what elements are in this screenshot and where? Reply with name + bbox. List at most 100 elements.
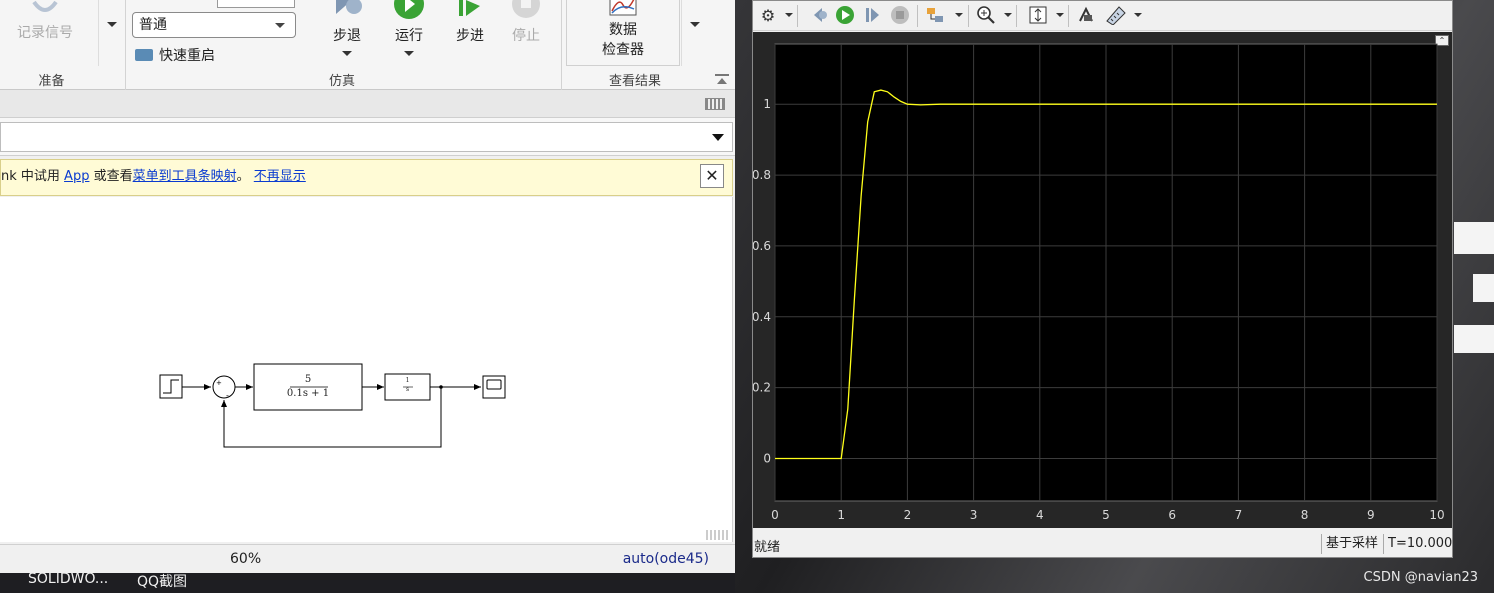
y-tick-label: 0.2 (753, 381, 771, 395)
model-browser-path[interactable] (0, 122, 733, 152)
chevron-down-icon (689, 22, 700, 27)
data-inspector-icon (609, 0, 637, 16)
chevron-down-icon[interactable] (712, 134, 724, 141)
transfer-fcn-numerator: 5 (304, 374, 312, 385)
collapse-ribbon-icon[interactable] (715, 74, 729, 86)
scope-plot-area[interactable]: ⌃ 0 1 2 3 4 5 6 7 8 9 10 0 0.2 0.4 0.6 0.8 1 (753, 32, 1452, 528)
zoom-button[interactable] (975, 5, 997, 27)
model-canvas[interactable]: + - 5 0.1s + 1 1 s (0, 197, 733, 542)
gear-icon: ⚙ (760, 6, 776, 25)
scope-status-text: 就绪 (754, 540, 781, 555)
highlight-block-button[interactable] (925, 5, 947, 27)
resize-grip-icon[interactable] (706, 530, 728, 540)
step-back-button[interactable]: 步退 (322, 0, 372, 56)
address-bar-row (0, 118, 735, 156)
x-tick-label: 0 (771, 508, 779, 522)
simulation-mode-select[interactable]: 普通 (132, 12, 296, 38)
section-label-simulate: 仿真 (328, 74, 355, 89)
integrator-denominator: s (405, 386, 410, 393)
x-tick-label: 10 (1429, 508, 1444, 522)
background-decoration (1473, 274, 1494, 302)
section-label-review: 查看结果 (608, 74, 661, 89)
settings-button[interactable]: ⚙ (757, 5, 779, 27)
time-readout: T=10.000 (1383, 534, 1456, 554)
x-tick-label: 4 (1036, 508, 1044, 522)
ribbon-section-review: 数据 检查器 查看结果 (563, 0, 735, 90)
model-statusbar: 60% auto(ode45) (0, 544, 735, 573)
step-forward-icon (459, 0, 480, 16)
step-block[interactable] (159, 374, 183, 399)
highlight-simulink-icon (1079, 6, 1093, 22)
simulation-mode-value: 普通 (139, 17, 167, 33)
step-forward-button[interactable] (861, 5, 883, 27)
toolbar-divider (1016, 5, 1017, 27)
close-notification-button[interactable]: ✕ (700, 164, 724, 188)
chevron-down-icon (404, 51, 414, 56)
scope-statusbar: 就绪 基于采样 T=10.000 (753, 530, 1452, 557)
scope-block[interactable] (482, 375, 506, 399)
keyboard-icon[interactable] (705, 98, 725, 110)
toolbar-divider (797, 5, 798, 27)
toolbar-divider (917, 5, 918, 27)
block-diagram: + - (159, 363, 506, 448)
scope-toolbar: ⚙ (753, 1, 1452, 31)
chevron-down-icon[interactable] (1004, 13, 1012, 17)
fast-restart-button[interactable]: 快速重启 (135, 45, 215, 65)
chevron-down-icon (275, 23, 285, 28)
taskbar-item-qq-screenshot[interactable]: QQ截图 (137, 571, 187, 591)
section-label-prepare: 准备 (38, 74, 65, 89)
highlight-block-icon (927, 8, 943, 22)
review-more-button[interactable] (681, 0, 707, 66)
sample-mode: 基于采样 (1321, 534, 1382, 554)
ribbon-section-prepare: 记录信号 准备 (0, 0, 126, 90)
svg-text:+: + (216, 379, 222, 387)
measurements-button[interactable] (1105, 5, 1127, 27)
step-back-icon (336, 0, 362, 14)
integrator-label: 1 s (385, 377, 430, 394)
step-forward-button[interactable]: 步进 (445, 0, 495, 45)
chevron-down-icon[interactable] (785, 13, 793, 17)
model-toolbar-row (0, 90, 735, 118)
play-icon (394, 0, 424, 19)
transfer-fcn-denominator: 0.1s + 1 (286, 388, 330, 399)
y-tick-label: 0 (763, 451, 771, 465)
step-forward-icon (866, 8, 879, 22)
y-tick-label: 0.6 (753, 239, 771, 253)
scope-window: ⚙ ⌃ 0 1 2 3 4 5 6 7 8 9 10 0 0.2 0.4 0.6… (752, 0, 1453, 558)
step-back-button[interactable] (807, 5, 829, 27)
try-app-link[interactable]: App (64, 169, 89, 184)
taskbar-item-solidworks[interactable]: SOLIDWO... (28, 571, 108, 587)
x-tick-label: 9 (1367, 508, 1375, 522)
chevron-down-icon[interactable] (955, 13, 963, 17)
stop-button[interactable]: 停止 (501, 0, 551, 45)
notification-text-prefix: nk 中试用 (1, 169, 60, 184)
chevron-down-icon (342, 51, 352, 56)
run-button[interactable] (834, 5, 856, 27)
chevron-down-icon[interactable] (1134, 13, 1142, 17)
watermark: CSDN @navian23 (1363, 570, 1478, 585)
stop-button[interactable] (889, 5, 911, 27)
background-decoration (1454, 222, 1494, 254)
y-tick-label: 0.8 (753, 168, 771, 182)
dont-show-again-link[interactable]: 不再显示 (254, 169, 306, 184)
taskbar: SOLIDWO... QQ截图 (0, 571, 735, 593)
data-inspector-label-line1: 数据 (609, 22, 637, 38)
notification-separator: 。 (236, 169, 250, 184)
chevron-down-icon[interactable] (1056, 13, 1064, 17)
stop-time-field[interactable] (217, 0, 295, 8)
solver-name[interactable]: auto(ode45) (623, 551, 709, 567)
highlight-simulink-button[interactable] (1075, 5, 1097, 27)
prepare-more-button[interactable] (98, 0, 124, 66)
transfer-fcn-label: 5 0.1s + 1 (254, 374, 362, 400)
x-tick-label: 5 (1102, 508, 1110, 522)
x-tick-label: 8 (1301, 508, 1309, 522)
fast-restart-label: 快速重启 (159, 48, 215, 64)
svg-text:-: - (226, 391, 229, 400)
log-signals-button[interactable]: 记录信号 (0, 0, 90, 42)
zoom-level[interactable]: 60% (230, 551, 261, 567)
menu-to-toolstrip-map-link[interactable]: 菜单到工具条映射 (133, 169, 237, 184)
run-button[interactable]: 运行 (384, 0, 434, 56)
y-tick-label: 1 (763, 97, 771, 111)
scale-axes-button[interactable] (1027, 5, 1049, 27)
data-inspector-button[interactable]: 数据 检查器 (566, 0, 680, 66)
